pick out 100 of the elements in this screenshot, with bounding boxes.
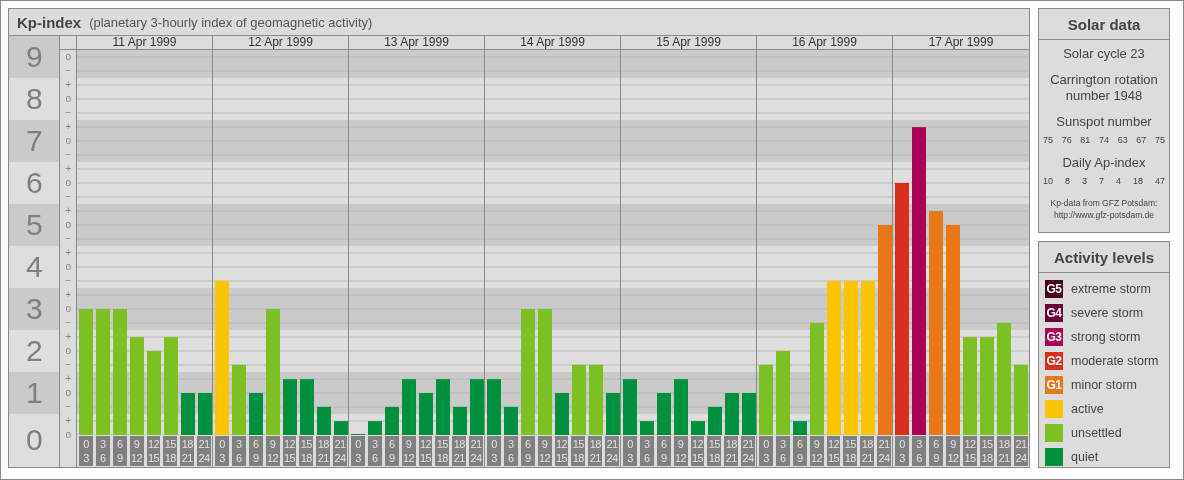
sunspot-heading: Sunspot number bbox=[1056, 114, 1152, 130]
sunspot-value: 75 bbox=[1043, 135, 1053, 145]
ap-index-heading: Daily Ap-index bbox=[1062, 155, 1146, 171]
time-interval-label: 21 24 bbox=[1014, 436, 1028, 466]
time-interval-label: 21 24 bbox=[877, 436, 891, 466]
time-interval-label: 9 12 bbox=[809, 436, 824, 466]
kp-third-mark: − bbox=[64, 358, 73, 372]
time-interval-label: 21 24 bbox=[333, 436, 347, 466]
activity-label: minor storm bbox=[1071, 378, 1137, 392]
credit-text: Kp-data from GFZ Potsdam: bbox=[1050, 198, 1158, 208]
time-interval-label: 21 24 bbox=[197, 436, 211, 466]
activity-label: unsettled bbox=[1071, 426, 1122, 440]
time-interval-label: 3 6 bbox=[95, 436, 110, 466]
ap-index-value: 8 bbox=[1065, 176, 1070, 186]
activity-label: active bbox=[1071, 402, 1104, 416]
kp-third-mark: − bbox=[64, 106, 73, 120]
time-interval-label: 15 18 bbox=[299, 436, 314, 466]
kp-third-mark: + bbox=[64, 330, 73, 344]
time-interval-label: 3 6 bbox=[367, 436, 382, 466]
chart-title: Kp-index bbox=[17, 13, 82, 31]
date-label: 17 Apr 1999 bbox=[927, 36, 995, 49]
time-interval-label: 15 18 bbox=[707, 436, 722, 466]
time-interval-label: 6 9 bbox=[248, 436, 263, 466]
kp-third-mark: o bbox=[64, 428, 72, 442]
time-interval-label: 15 18 bbox=[980, 436, 994, 466]
solar-cycle-text: Solar cycle 23 bbox=[1063, 46, 1145, 62]
activity-label: quiet bbox=[1071, 450, 1099, 464]
panel-title: Solar data bbox=[1039, 9, 1169, 40]
kp-third-mark: o bbox=[64, 50, 72, 64]
date-label: 14 Apr 1999 bbox=[485, 36, 621, 49]
date-label: 12 Apr 1999 bbox=[213, 36, 349, 49]
kp-level-label: 3 bbox=[9, 288, 60, 330]
sunspot-value: 67 bbox=[1136, 135, 1147, 145]
time-interval-label: 6 9 bbox=[520, 436, 535, 466]
time-interval-label: 0 3 bbox=[759, 436, 773, 466]
kp-third-mark: + bbox=[64, 120, 73, 134]
kp-third-mark: − bbox=[64, 148, 73, 162]
time-interval-label: 9 12 bbox=[401, 436, 416, 466]
storm-level-badge: G3 bbox=[1045, 328, 1063, 346]
kp-third-mark: + bbox=[64, 414, 73, 428]
time-interval-label: 18 21 bbox=[180, 436, 195, 466]
ap-index-value: 47 bbox=[1154, 176, 1165, 186]
time-interval-label: 18 21 bbox=[724, 436, 739, 466]
kp-third-mark: o bbox=[64, 134, 72, 148]
time-interval-label: 18 21 bbox=[316, 436, 331, 466]
time-interval-label: 18 21 bbox=[860, 436, 875, 466]
time-interval-label: 9 12 bbox=[537, 436, 552, 466]
time-interval-label: 0 3 bbox=[895, 436, 909, 466]
kp-third-mark: o bbox=[64, 176, 72, 190]
kp-third-mark: o bbox=[64, 218, 72, 232]
time-interval-label: 9 12 bbox=[946, 436, 960, 466]
kp-third-mark: + bbox=[64, 372, 73, 386]
sunspot-value: 76 bbox=[1061, 135, 1072, 145]
time-interval-label: 15 18 bbox=[163, 436, 178, 466]
kp-third-mark: o bbox=[64, 302, 72, 316]
time-interval-label: 0 3 bbox=[487, 436, 501, 466]
activity-label: severe storm bbox=[1071, 306, 1144, 320]
time-interval-label: 21 24 bbox=[605, 436, 619, 466]
time-interval-label: 3 6 bbox=[912, 436, 926, 466]
time-interval-label: 12 15 bbox=[282, 436, 297, 466]
time-interval-label: 18 21 bbox=[452, 436, 467, 466]
ap-index-value: 4 bbox=[1115, 176, 1121, 186]
ap-index-value: 7 bbox=[1098, 176, 1104, 186]
time-interval-label: 12 15 bbox=[418, 436, 433, 466]
kp-third-mark: + bbox=[64, 246, 73, 260]
time-interval-label: 0 3 bbox=[623, 436, 637, 466]
time-interval-label: 6 9 bbox=[656, 436, 671, 466]
time-interval-label: 15 18 bbox=[843, 436, 858, 466]
time-interval-label: 21 24 bbox=[741, 436, 755, 466]
chart-subtitle: (planetary 3-hourly index of geomagnetic activity) bbox=[89, 14, 373, 30]
kp-third-mark: − bbox=[64, 274, 73, 288]
time-interval-label: 0 3 bbox=[351, 436, 365, 466]
time-interval-label: 6 9 bbox=[384, 436, 399, 466]
date-label: 13 Apr 1999 bbox=[349, 36, 485, 49]
time-interval-label: 3 6 bbox=[775, 436, 790, 466]
time-interval-label: 3 6 bbox=[231, 436, 246, 466]
kp-third-mark: − bbox=[64, 190, 73, 204]
kp-third-mark: o bbox=[64, 344, 72, 358]
date-label: 15 Apr 1999 bbox=[621, 36, 757, 49]
time-interval-label: 9 12 bbox=[265, 436, 280, 466]
kp-third-mark: + bbox=[64, 78, 73, 92]
time-interval-label: 6 9 bbox=[792, 436, 807, 466]
activity-label: strong storm bbox=[1071, 330, 1141, 344]
kp-level-label: 5 bbox=[9, 204, 60, 246]
time-interval-label: 18 21 bbox=[588, 436, 603, 466]
storm-level-badge: G1 bbox=[1045, 376, 1063, 394]
kp-third-mark: − bbox=[64, 316, 73, 330]
time-interval-label: 12 15 bbox=[963, 436, 977, 466]
time-interval-label: 9 12 bbox=[129, 436, 144, 466]
time-interval-label: 12 15 bbox=[690, 436, 705, 466]
ap-index-value: 10 bbox=[1043, 176, 1053, 186]
time-interval-label: 6 9 bbox=[929, 436, 943, 466]
time-interval-label: 3 6 bbox=[639, 436, 654, 466]
storm-level-badge: G4 bbox=[1045, 304, 1063, 322]
kp-third-mark: − bbox=[64, 232, 73, 246]
kp-third-mark: o bbox=[64, 386, 72, 400]
date-label: 11 Apr 1999 bbox=[77, 36, 213, 49]
sunspot-value: 74 bbox=[1098, 135, 1109, 145]
sunspot-value: 81 bbox=[1080, 135, 1091, 145]
time-interval-label: 6 9 bbox=[112, 436, 127, 466]
